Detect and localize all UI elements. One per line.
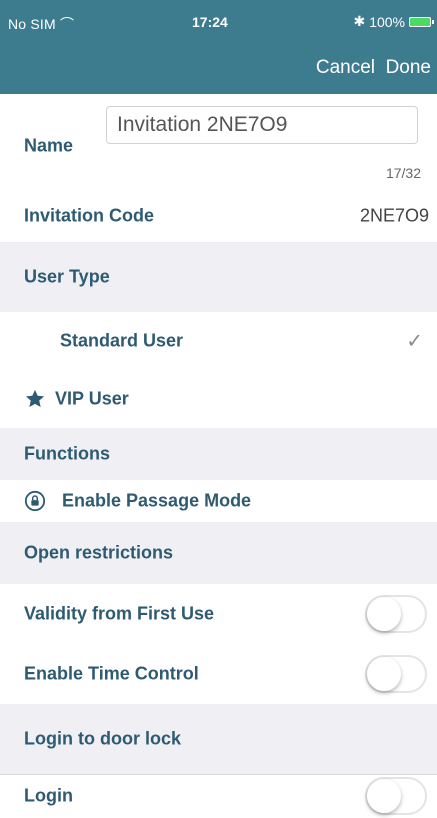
functions-header: Functions: [24, 443, 110, 464]
time-control-row: Enable Time Control: [0, 644, 437, 704]
open-restrictions-section-header: Open restrictions: [0, 522, 437, 584]
open-restrictions-header: Open restrictions: [24, 542, 174, 563]
validity-label: Validity from First Use: [24, 603, 215, 624]
nav-bar: Cancel Done: [0, 44, 437, 94]
lock-icon: [24, 490, 46, 512]
invitation-code-label: Invitation Code: [24, 205, 154, 226]
user-type-section-header: User Type: [0, 242, 437, 312]
status-time: 17:24: [192, 14, 228, 30]
standard-user-label: Standard User: [60, 330, 184, 351]
battery-percent: 100%: [369, 13, 405, 30]
toggle-knob: [367, 779, 401, 813]
vip-user-option[interactable]: VIP User: [0, 370, 437, 428]
validity-toggle[interactable]: [365, 595, 427, 633]
cancel-button[interactable]: Cancel: [316, 57, 375, 79]
user-type-header: User Type: [24, 266, 110, 287]
name-label: Name: [24, 135, 74, 156]
passage-mode-row[interactable]: Enable Passage Mode: [0, 480, 437, 522]
invitation-code-value: 2NE7O9: [359, 205, 429, 226]
status-bar: No SIM ⌒ 17:24 ✱ 100%: [0, 0, 437, 44]
battery-area: ✱ 100%: [353, 13, 434, 30]
time-control-toggle[interactable]: [365, 655, 427, 693]
carrier-label: No SIM ⌒: [8, 16, 75, 32]
name-row: Name 17/32: [0, 94, 437, 190]
battery-icon: [409, 16, 434, 27]
functions-section-header: Functions: [0, 428, 437, 480]
star-icon: [25, 389, 45, 407]
vip-user-label: VIP User: [55, 388, 129, 409]
login-section-header: Login to door lock: [0, 704, 437, 774]
toggle-knob: [367, 597, 401, 631]
done-button[interactable]: Done: [386, 57, 431, 79]
login-divider: [0, 774, 437, 775]
validity-row: Validity from First Use: [0, 584, 437, 644]
login-toggle[interactable]: [365, 777, 427, 815]
invitation-code-row: Invitation Code 2NE7O9: [0, 190, 437, 242]
toggle-knob: [367, 657, 401, 691]
wifi-icon: ⌒: [59, 16, 75, 32]
login-row: Login: [0, 774, 437, 818]
checkmark-icon: ✓: [406, 330, 423, 353]
passage-mode-label: Enable Passage Mode: [62, 490, 252, 511]
name-input[interactable]: [106, 106, 418, 144]
login-to-door-lock-header: Login to door lock: [24, 728, 181, 749]
login-label: Login: [24, 785, 73, 806]
bluetooth-icon: ✱: [353, 13, 366, 29]
name-char-counter: 17/32: [385, 165, 421, 181]
standard-user-option[interactable]: Standard User ✓: [0, 312, 437, 370]
time-control-label: Enable Time Control: [24, 663, 199, 684]
